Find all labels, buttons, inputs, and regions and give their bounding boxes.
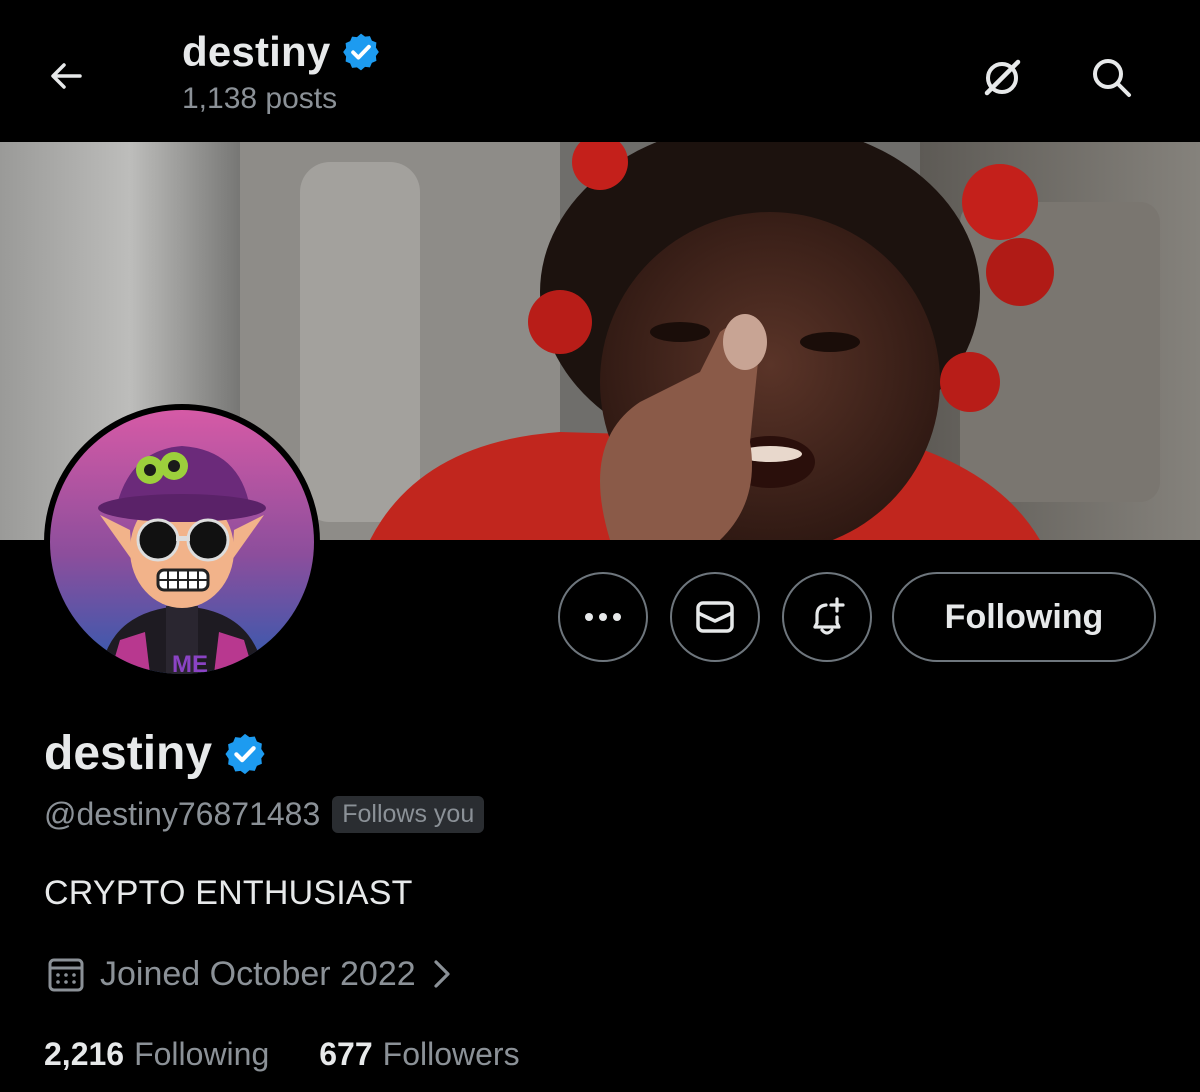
profile-name-row: destiny (44, 726, 268, 781)
profile-bio: CRYPTO ENTHUSIAST (44, 874, 413, 912)
svg-text:ME: ME (172, 651, 208, 674)
avatar-image: ME (50, 410, 314, 674)
verified-badge-icon (225, 733, 265, 774)
following-button[interactable]: Following (892, 572, 1156, 662)
back-button[interactable] (40, 50, 92, 102)
more-icon (585, 613, 621, 621)
arrow-left-icon (51, 63, 82, 89)
followers-stat[interactable]: 677 Followers (319, 1036, 519, 1073)
followers-label: Followers (382, 1036, 520, 1072)
bell-plus-icon (813, 597, 845, 635)
grok-button[interactable] (974, 50, 1030, 106)
profile-handle: @destiny76871483 (44, 796, 321, 832)
following-count: 2,216 (44, 1036, 125, 1072)
profile-page: destiny 1,138 posts ME Following destiny… (0, 0, 1200, 1092)
joined-date: Joined October 2022 (100, 954, 416, 993)
joined-date-row[interactable]: Joined October 2022 (46, 954, 454, 994)
search-button[interactable] (1084, 50, 1140, 106)
post-count: 1,138 posts (182, 82, 338, 115)
header-title: destiny 1,138 posts (182, 28, 382, 116)
header-name: destiny (182, 28, 331, 75)
top-bar: destiny 1,138 posts (0, 0, 1200, 142)
verified-badge-icon (343, 33, 380, 71)
more-options-button[interactable] (558, 572, 648, 662)
follows-you-badge: Follows you (332, 796, 485, 833)
message-button[interactable] (670, 572, 760, 662)
envelope-icon (696, 601, 734, 633)
handle-row: @destiny76871483 Follows you (44, 796, 485, 833)
following-label: Following (134, 1036, 270, 1072)
chevron-right-icon (434, 960, 450, 988)
calendar-icon (48, 958, 84, 992)
follow-stats: 2,216 Following 677 Followers (44, 1036, 520, 1073)
search-icon (1093, 59, 1131, 97)
profile-name: destiny (44, 727, 213, 780)
notify-button[interactable] (782, 572, 872, 662)
following-stat[interactable]: 2,216 Following (44, 1036, 269, 1073)
avatar[interactable]: ME (44, 404, 320, 680)
grok-icon (984, 59, 1021, 96)
followers-count: 677 (319, 1036, 373, 1072)
